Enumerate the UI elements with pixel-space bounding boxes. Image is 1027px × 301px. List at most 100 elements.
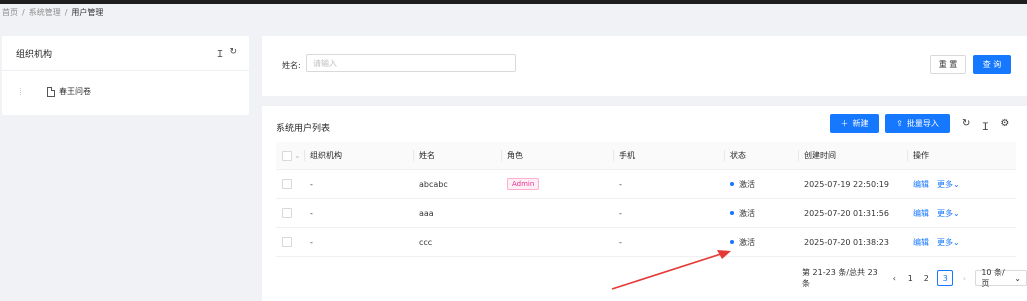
phone-cell: - xyxy=(613,169,724,199)
created-cell: 2025-07-20 01:38:23 xyxy=(798,227,907,257)
top-bar xyxy=(0,0,1027,4)
chevron-down-icon: ⌄ xyxy=(953,179,960,189)
pagination-summary: 第 21-23 条/总共 23 条 xyxy=(802,268,878,288)
row-select-cell xyxy=(276,169,304,199)
file-icon xyxy=(47,86,55,97)
query-button[interactable]: 查 询 xyxy=(973,55,1011,74)
row-select-cell xyxy=(276,198,304,228)
table-toolbar: ↻ Ｉ ⚙ xyxy=(962,118,1009,133)
chevron-down-icon[interactable]: ⌄ xyxy=(294,151,301,160)
status-cell: 激活 xyxy=(724,198,798,228)
batch-import-button[interactable]: ⇪ 批量导入 xyxy=(885,114,950,133)
column-height-icon[interactable]: Ｉ xyxy=(215,47,224,60)
role-tag: Admin xyxy=(507,178,540,190)
org-tree-header: 组织机构 Ｉ ↻ xyxy=(2,36,249,71)
table-row: - aaa - 激活 2025-07-20 01:31:56 编辑 更多⌄ xyxy=(276,198,1016,228)
row-checkbox[interactable] xyxy=(282,179,292,189)
actions-cell: 编辑 更多⌄ xyxy=(907,198,1016,228)
name-cell: abcabc xyxy=(413,169,501,199)
status-dot-icon xyxy=(730,240,734,244)
next-page-button[interactable]: › xyxy=(959,271,969,285)
column-header: 手机 xyxy=(613,142,724,170)
batch-import-label: 批量导入 xyxy=(906,119,939,128)
chevron-down-icon: ⌄ xyxy=(953,208,960,218)
pagination: 第 21-23 条/总共 23 条 ‹ 1 2 3 › 10 条/页 ⌄ xyxy=(802,267,1027,289)
plus-icon: ＋ xyxy=(840,119,849,128)
status-text: 激活 xyxy=(739,237,755,247)
name-search-input[interactable]: 请输入 xyxy=(306,54,516,72)
prev-page-button[interactable]: ‹ xyxy=(889,271,899,285)
org-cell: - xyxy=(304,227,413,257)
reload-icon[interactable]: ↻ xyxy=(229,47,237,60)
more-label: 更多 xyxy=(937,179,953,189)
column-header: 操作 xyxy=(907,142,1016,170)
name-cell: aaa xyxy=(413,198,501,228)
chevron-down-icon: ⌄ xyxy=(953,237,960,247)
actions-cell: 编辑 更多⌄ xyxy=(907,227,1016,257)
more-dropdown[interactable]: 更多⌄ xyxy=(937,237,960,248)
page-button-1[interactable]: 1 xyxy=(905,271,915,285)
breadcrumb-home[interactable]: 首页 xyxy=(2,7,18,18)
role-cell xyxy=(501,227,613,257)
table-header-row: ⌄ 组织机构 姓名 角色 手机 状态 创建时间 操作 xyxy=(276,142,1016,170)
user-table-panel: 系统用户列表 ＋ 新建 ⇪ 批量导入 ↻ Ｉ ⚙ ⌄ 组织机构 姓名 角色 手机… xyxy=(262,106,1027,301)
page-size-value: 10 条/页 xyxy=(981,268,1005,288)
new-user-button[interactable]: ＋ 新建 xyxy=(830,114,879,133)
select-all-checkbox[interactable] xyxy=(282,150,292,161)
phone-cell: - xyxy=(613,198,724,228)
name-label: 姓名: xyxy=(282,61,301,70)
breadcrumb-system[interactable]: 系统管理 xyxy=(29,7,61,18)
column-header: 姓名 xyxy=(413,142,501,170)
search-panel: 姓名: 请输入 重 置 查 询 xyxy=(262,36,1027,96)
tree-switcher xyxy=(20,88,25,95)
edit-link[interactable]: 编辑 xyxy=(913,237,929,248)
page-size-select[interactable]: 10 条/页 ⌄ xyxy=(975,268,1027,288)
breadcrumb: 首页 / 系统管理 / 用户管理 xyxy=(2,7,103,18)
column-header: 创建时间 xyxy=(798,142,907,170)
org-tree-tools: Ｉ ↻ xyxy=(215,47,237,60)
reset-button[interactable]: 重 置 xyxy=(930,55,966,74)
column-height-icon[interactable]: Ｉ xyxy=(980,118,990,133)
org-tree-panel: 组织机构 Ｉ ↻ 春王问卷 xyxy=(2,36,249,115)
select-all-header: ⌄ xyxy=(276,142,304,170)
edit-link[interactable]: 编辑 xyxy=(913,208,929,219)
reload-icon[interactable]: ↻ xyxy=(962,118,970,133)
row-select-cell xyxy=(276,227,304,257)
org-tree-title: 组织机构 xyxy=(16,49,53,60)
status-cell: 激活 xyxy=(724,227,798,257)
settings-icon[interactable]: ⚙ xyxy=(1000,118,1009,133)
table-row: - abcabc Admin - 激活 2025-07-19 22:50:19 … xyxy=(276,169,1016,199)
column-header: 组织机构 xyxy=(304,142,413,170)
tree-node-label[interactable]: 春王问卷 xyxy=(59,86,91,97)
name-cell: ccc xyxy=(413,227,501,257)
chevron-down-icon: ⌄ xyxy=(1014,273,1021,283)
role-cell: Admin xyxy=(501,169,613,199)
created-cell: 2025-07-20 01:31:56 xyxy=(798,198,907,228)
page-button-2[interactable]: 2 xyxy=(921,271,931,285)
user-table: ⌄ 组织机构 姓名 角色 手机 状态 创建时间 操作 - abcabc Admi… xyxy=(276,142,1016,257)
more-dropdown[interactable]: 更多⌄ xyxy=(937,208,960,219)
status-text: 激活 xyxy=(739,179,755,189)
created-cell: 2025-07-19 22:50:19 xyxy=(798,169,907,199)
column-header: 角色 xyxy=(501,142,613,170)
more-label: 更多 xyxy=(937,208,953,218)
actions-cell: 编辑 更多⌄ xyxy=(907,169,1016,199)
edit-link[interactable]: 编辑 xyxy=(913,179,929,190)
org-cell: - xyxy=(304,198,413,228)
breadcrumb-separator: / xyxy=(64,8,68,17)
row-checkbox[interactable] xyxy=(282,237,292,247)
page-button-3[interactable]: 3 xyxy=(937,270,954,286)
role-cell xyxy=(501,198,613,228)
new-user-label: 新建 xyxy=(852,119,869,128)
upload-icon: ⇪ xyxy=(896,119,903,128)
status-cell: 激活 xyxy=(724,169,798,199)
more-label: 更多 xyxy=(937,237,953,247)
breadcrumb-current: 用户管理 xyxy=(71,8,104,17)
org-cell: - xyxy=(304,169,413,199)
more-dropdown[interactable]: 更多⌄ xyxy=(937,179,960,190)
status-dot-icon xyxy=(730,211,734,215)
tree-node[interactable]: 春王问卷 xyxy=(20,86,91,97)
status-dot-icon xyxy=(730,182,734,186)
row-checkbox[interactable] xyxy=(282,208,292,218)
table-title: 系统用户列表 xyxy=(276,124,331,134)
